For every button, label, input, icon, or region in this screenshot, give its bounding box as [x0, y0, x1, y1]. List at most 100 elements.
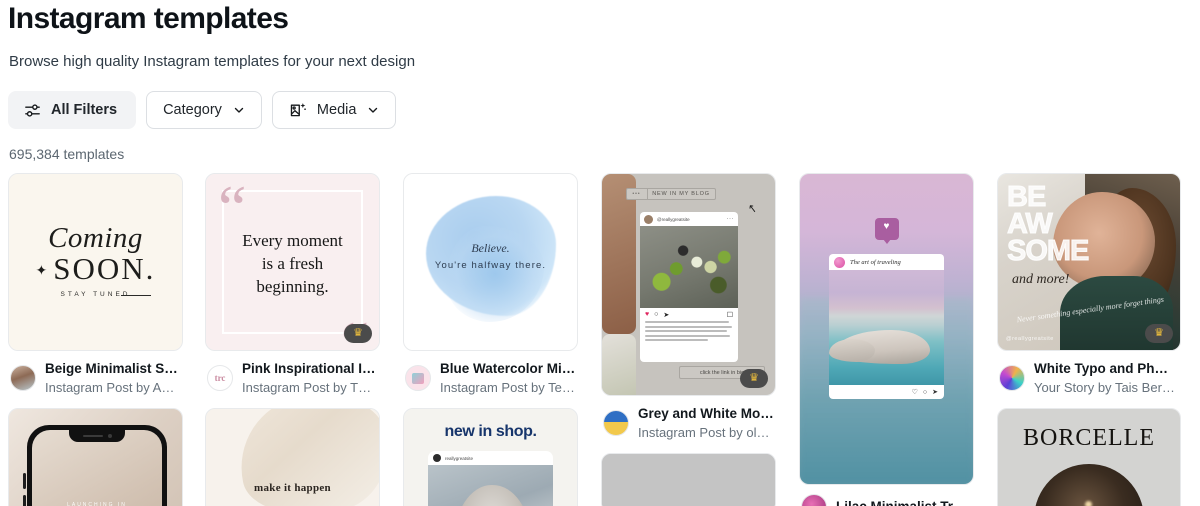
- photo-cliff: [829, 339, 875, 362]
- photo-subject: [453, 484, 531, 506]
- comment-icon: ○: [654, 311, 659, 318]
- artwork-text: SOME: [1006, 235, 1089, 267]
- card-meta: Beige Minimalist S… Instagram Post by Ae…: [8, 351, 183, 398]
- template-thumbnail[interactable]: BE AW SOME and more! Never something esp…: [997, 173, 1181, 351]
- template-card[interactable]: new in shop. reallygreatsite: [403, 408, 578, 506]
- chevron-down-icon: [367, 104, 379, 116]
- pro-crown-badge: ♛: [740, 369, 768, 388]
- avatar: [433, 454, 441, 462]
- artwork-text: AW: [1006, 208, 1053, 240]
- template-card[interactable]: BE AW SOME and more! Never something esp…: [997, 173, 1181, 398]
- page-title: Instagram templates: [8, 2, 289, 35]
- template-thumbnail[interactable]: NEW IN MY BLOG ••• ↖ @reallygreatsite ··…: [601, 173, 776, 396]
- artwork-text: LAUNCHING IN: [67, 502, 127, 506]
- card-title[interactable]: Blue Watercolor Mi…: [440, 360, 576, 377]
- bookmark-icon: ☐: [726, 311, 733, 319]
- card-author[interactable]: Instagram Post by olha…: [638, 424, 774, 441]
- card-title[interactable]: White Typo and Ph…: [1034, 360, 1179, 377]
- artwork-phone-mockup: LAUNCHING IN 01.01.2024: [9, 409, 182, 506]
- artwork-headline: BE AW SOME: [1006, 181, 1089, 267]
- artwork-text: BORCELLE: [1023, 425, 1155, 451]
- photo-circle: [1034, 464, 1144, 506]
- template-card[interactable]: BORCELLE: [997, 408, 1181, 506]
- card-title[interactable]: Beige Minimalist S…: [45, 360, 181, 377]
- page-subtitle: Browse high quality Instagram templates …: [9, 53, 416, 70]
- cursor-icon: ↖: [746, 202, 758, 216]
- all-filters-button[interactable]: All Filters: [8, 91, 137, 129]
- card-author[interactable]: Instagram Post by The …: [242, 379, 378, 396]
- card-title[interactable]: Lilac Minimalist Tr: [836, 498, 972, 506]
- post-actions: ♥ ○ ➤ ☐: [640, 308, 738, 321]
- sliders-icon: [23, 101, 42, 120]
- avatar: [644, 214, 653, 224]
- avatar[interactable]: [603, 410, 629, 436]
- avatar[interactable]: [10, 365, 36, 391]
- card-meta: trc Pink Inspirational I… Instagram Post…: [205, 351, 380, 398]
- artwork-be-awesome: BE AW SOME and more! Never something esp…: [998, 174, 1180, 350]
- template-card[interactable]: LAUNCHING IN 01.01.2024: [8, 408, 183, 506]
- template-card[interactable]: ♥ The art of traveling ♡ ○ ➤ Lilac Minim…: [799, 173, 974, 506]
- template-card[interactable]: “ “ Every moment is a fresh beginning. ♛…: [205, 173, 380, 398]
- artwork-text: make it happen: [254, 482, 331, 494]
- artwork-lilac-travel-story: ♥ The art of traveling ♡ ○ ➤: [800, 174, 973, 484]
- artwork-borcelle: BORCELLE: [998, 409, 1180, 506]
- avatar[interactable]: [999, 365, 1025, 391]
- artwork-text: NEW IN MY BLOG: [652, 191, 710, 197]
- artwork-text: BE: [1006, 181, 1046, 213]
- share-icon: ➤: [663, 311, 670, 319]
- template-card[interactable]: make it happen: [205, 408, 380, 506]
- logo-mark-icon: [412, 372, 424, 384]
- template-card[interactable]: NEW IN MY BLOG ••• ↖ @reallygreatsite ··…: [601, 173, 776, 443]
- media-filter-button[interactable]: Media: [271, 91, 397, 129]
- template-thumbnail[interactable]: Coming ✦ SOON. STAY TUNED: [8, 173, 183, 351]
- template-card[interactable]: [601, 453, 776, 506]
- artwork-pink-quote: “ “ Every moment is a fresh beginning. ♛: [206, 174, 379, 350]
- artwork-text: and more!: [1012, 272, 1070, 287]
- phone-notch: [69, 430, 125, 442]
- card-title[interactable]: Grey and White Mo…: [638, 405, 774, 422]
- templates-page: Instagram templates Browse high quality …: [0, 0, 1200, 506]
- template-thumbnail[interactable]: LAUNCHING IN 01.01.2024: [8, 408, 183, 506]
- template-thumbnail[interactable]: ♥ The art of traveling ♡ ○ ➤: [799, 173, 974, 485]
- template-thumbnail[interactable]: BORCELLE: [997, 408, 1181, 506]
- card-title[interactable]: Pink Inspirational I…: [242, 360, 378, 377]
- grid-column-3: Believe. You're halfway there. Blue Wate…: [403, 173, 578, 506]
- artwork-text: beginning.: [256, 277, 329, 296]
- sparkle-icon: ✦: [35, 264, 50, 280]
- share-icon: ➤: [932, 389, 938, 396]
- artwork-text: is a fresh: [261, 254, 324, 273]
- post-photo: [640, 226, 738, 308]
- avatar[interactable]: [405, 365, 431, 391]
- template-thumbnail[interactable]: Believe. You're halfway there.: [403, 173, 578, 351]
- template-thumbnail[interactable]: [601, 453, 776, 506]
- template-thumbnail[interactable]: new in shop. reallygreatsite: [403, 408, 578, 506]
- card-meta: White Typo and Ph… Your Story by Tais Be…: [997, 351, 1181, 398]
- template-thumbnail[interactable]: make it happen: [205, 408, 380, 506]
- grid-column-4: NEW IN MY BLOG ••• ↖ @reallygreatsite ··…: [601, 173, 776, 506]
- post-actions: ♡ ○ ➤: [829, 385, 944, 399]
- results-count: 695,384 templates: [9, 146, 125, 162]
- side-preview: [602, 334, 636, 395]
- avatar[interactable]: [801, 494, 827, 506]
- template-card[interactable]: Coming ✦ SOON. STAY TUNED Beige Minimalis…: [8, 173, 183, 398]
- heart-icon: ♡: [911, 389, 918, 396]
- media-image-icon: [289, 101, 308, 120]
- comment-icon: ○: [922, 388, 928, 396]
- card-author[interactable]: Your Story by Tais Ber…: [1034, 379, 1179, 396]
- artwork-make-it-happen: make it happen: [206, 409, 379, 506]
- template-grid: Coming ✦ SOON. STAY TUNED Beige Minimalis…: [8, 173, 1192, 506]
- card-author[interactable]: Instagram Post by Aeli…: [45, 379, 181, 396]
- avatar[interactable]: trc: [207, 365, 233, 391]
- card-meta: Blue Watercolor Mi… Instagram Post by Te…: [403, 351, 578, 398]
- template-card[interactable]: Believe. You're halfway there. Blue Wate…: [403, 173, 578, 398]
- artwork-text: Every moment: [242, 231, 343, 250]
- artwork-text: STAY TUNED: [60, 291, 131, 298]
- post-header: reallygreatsite: [428, 451, 553, 465]
- all-filters-label: All Filters: [51, 102, 118, 118]
- more-options-icon: ···: [726, 216, 734, 222]
- card-author[interactable]: Instagram Post by Tele…: [440, 379, 576, 396]
- category-label: Category: [163, 102, 222, 118]
- template-thumbnail[interactable]: “ “ Every moment is a fresh beginning. ♛: [205, 173, 380, 351]
- category-filter-button[interactable]: Category: [146, 91, 262, 129]
- grid-column-1: Coming ✦ SOON. STAY TUNED Beige Minimalis…: [8, 173, 183, 506]
